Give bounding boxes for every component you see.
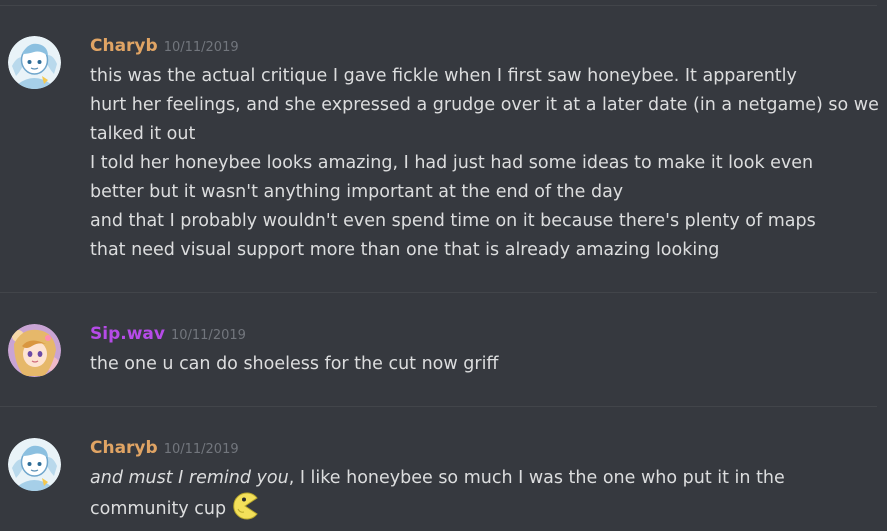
avatar[interactable] <box>8 324 61 377</box>
ice-character-avatar-icon <box>8 36 61 89</box>
message-line: talked it out <box>90 124 196 144</box>
timestamp: 10/11/2019 <box>163 40 239 55</box>
message-divider <box>0 292 877 293</box>
message-header: Charyb 10/11/2019 <box>90 437 239 459</box>
pacman-emoji-icon[interactable] <box>230 491 260 521</box>
username[interactable]: Charyb <box>90 36 158 56</box>
message-line: that need visual support more than one t… <box>90 240 720 260</box>
message-line: hurt her feelings, and she expressed a g… <box>90 95 879 115</box>
message-divider <box>0 406 877 407</box>
timestamp: 10/11/2019 <box>163 442 239 457</box>
message-header: Charyb 10/11/2019 <box>90 35 239 57</box>
message-text: , I like honeybee so much I was the one … <box>288 468 785 488</box>
message-line: and must I remind you, I like honeybee s… <box>90 464 785 493</box>
message-line: the one u can do shoeless for the cut no… <box>90 354 499 374</box>
message-line: better but it wasn't anything important … <box>90 182 624 202</box>
username[interactable]: Sip.wav <box>90 324 165 344</box>
message-line: and that I probably wouldn't even spend … <box>90 211 816 231</box>
avatar[interactable] <box>8 438 61 491</box>
anime-girl-avatar-icon <box>8 324 61 377</box>
message-line: I told her honeybee looks amazing, I had… <box>90 153 814 173</box>
timestamp: 10/11/2019 <box>170 328 246 343</box>
message-divider <box>0 5 877 6</box>
message-line: this was the actual critique I gave fick… <box>90 66 797 86</box>
username[interactable]: Charyb <box>90 438 158 458</box>
message-header: Sip.wav 10/11/2019 <box>90 323 246 345</box>
avatar[interactable] <box>8 36 61 89</box>
message-text: community cup <box>90 499 227 519</box>
ice-character-avatar-icon <box>8 438 61 491</box>
message-line: community cup <box>90 491 260 524</box>
italic-text: and must I remind you <box>90 468 289 488</box>
